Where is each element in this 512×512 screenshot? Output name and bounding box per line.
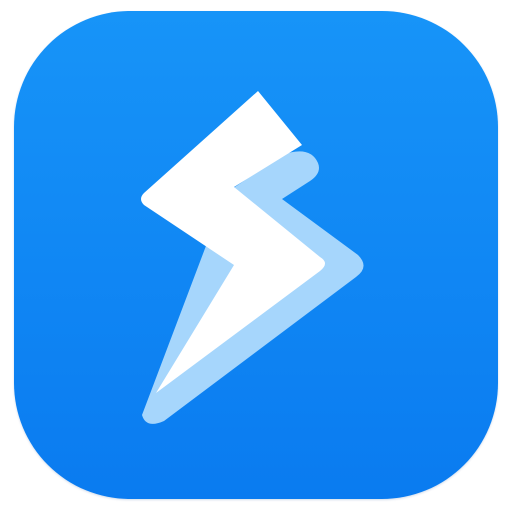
lightning-bolt-icon (14, 11, 498, 499)
app-icon[interactable] (14, 11, 498, 499)
icon-canvas (0, 0, 512, 512)
